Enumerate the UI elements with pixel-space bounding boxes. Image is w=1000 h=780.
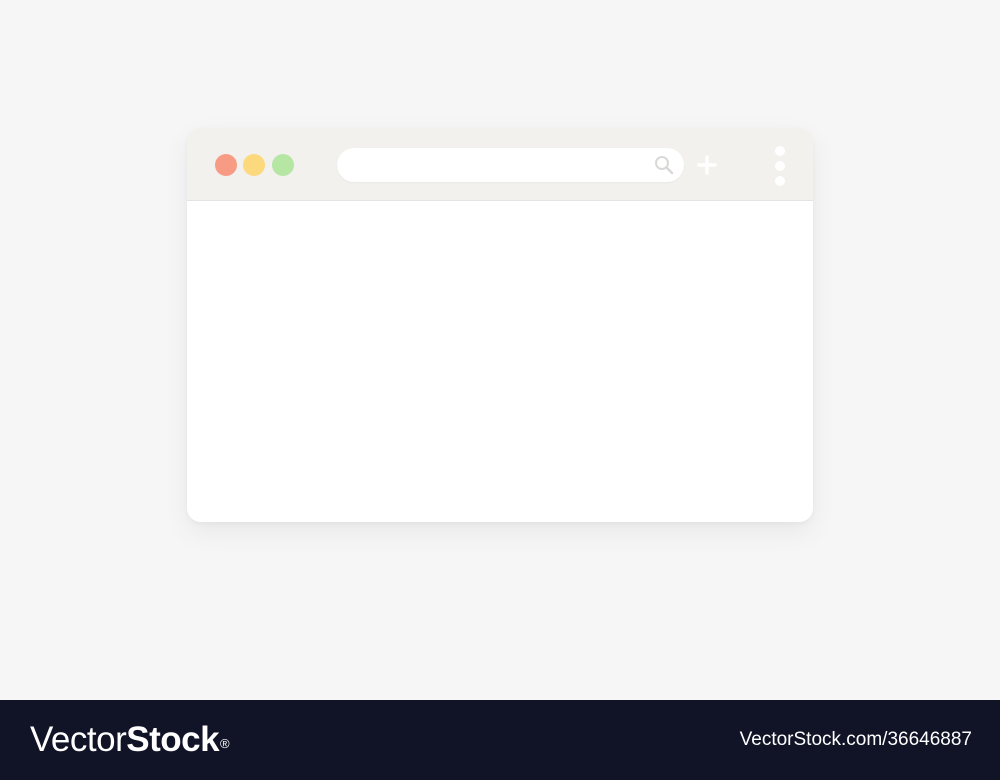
browser-window <box>187 128 813 522</box>
background-canvas <box>0 0 1000 700</box>
registered-mark: ® <box>220 736 230 751</box>
browser-toolbar <box>187 128 813 201</box>
address-input[interactable] <box>351 148 641 182</box>
logo-text-stock: Stock <box>126 720 220 759</box>
new-tab-plus-icon[interactable] <box>696 154 718 176</box>
vectorstock-logo: VectorStock® <box>30 718 230 762</box>
page-content-area[interactable] <box>187 201 813 522</box>
close-window-button[interactable] <box>215 154 237 176</box>
footer-url: VectorStock.com/36646887 <box>739 729 972 750</box>
menu-dot <box>775 146 785 156</box>
logo-text-vector: Vector <box>30 720 127 759</box>
minimize-window-button[interactable] <box>243 154 265 176</box>
address-bar[interactable] <box>337 148 684 182</box>
search-icon[interactable] <box>654 155 674 175</box>
menu-vertical-ellipsis-icon[interactable] <box>773 145 787 187</box>
maximize-window-button[interactable] <box>272 154 294 176</box>
footer-watermark-bar: VectorStock® VectorStock.com/36646887 <box>0 700 1000 780</box>
menu-dot <box>775 161 785 171</box>
menu-dot <box>775 176 785 186</box>
